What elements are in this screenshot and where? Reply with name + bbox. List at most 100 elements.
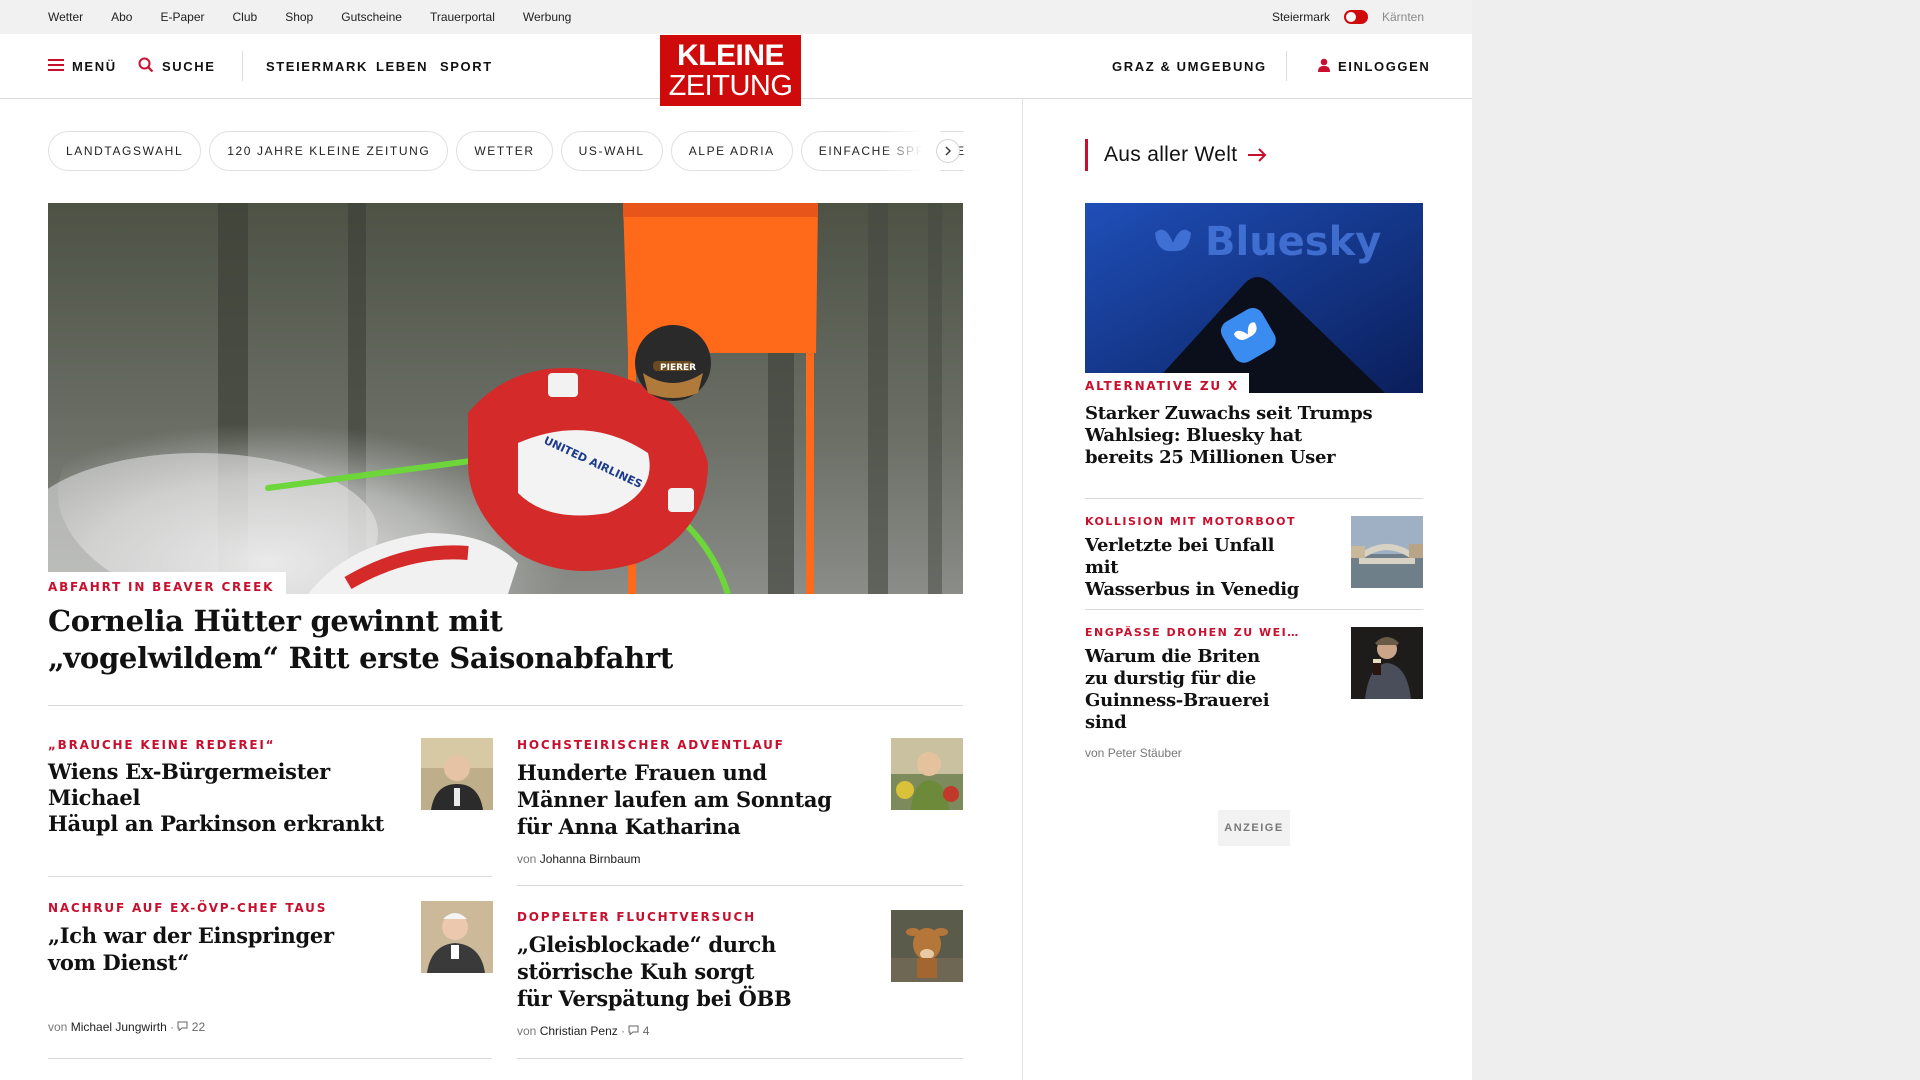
aside-kicker-box: ALTERNATIVE ZU X [1085,373,1249,397]
headline-line: vom Dienst“ [48,950,189,975]
article-kicker: „BRAUCHE KEINE REDEREI“ [48,738,276,752]
util-link-epaper[interactable]: E-Paper [160,10,204,24]
author-link[interactable]: Christian Penz [540,1024,618,1038]
hero-image[interactable]: UNITED AIRLINES PIERER [48,203,963,594]
article-card[interactable]: DOPPELTER FLUCHTVERSUCH „Gleisblockade“ … [517,910,837,1038]
header-divider [1286,51,1287,81]
util-link-trauerportal[interactable]: Trauerportal [430,10,495,24]
headline-line: Guinness-Brauerei sind [1085,690,1270,733]
topic-chip[interactable]: US-WAHL [560,131,663,171]
article-headline: Warum die Briten zu durstig für die Guin… [1085,646,1310,734]
article-headline: Wiens Ex-Bürgermeister Michael Häupl an … [48,759,408,837]
article-kicker: ALTERNATIVE ZU X [1085,379,1239,393]
divider [48,1058,492,1059]
author-link[interactable]: Peter Stäuber [1108,746,1182,760]
login-button[interactable]: EINLOGGEN [1318,34,1430,98]
utility-links: Wetter Abo E-Paper Club Shop Gutscheine … [48,0,571,34]
headline-line: „Gleisblockade“ durch [517,932,776,957]
article-thumbnail[interactable] [1351,516,1423,588]
aside-article-card[interactable]: KOLLISION MIT MOTORBOOT Verletzte bei Un… [1085,515,1310,601]
article-headline: Verletzte bei Unfall mit Wasserbus in Ve… [1085,535,1310,601]
nav-leben[interactable]: LEBEN [376,34,428,98]
topic-chip[interactable]: 120 JAHRE KLEINE ZEITUNG [209,131,449,171]
author-link[interactable]: Michael Jungwirth [71,1020,167,1034]
region-toggle[interactable] [1343,10,1368,24]
comment-count[interactable]: 22 [192,1020,205,1034]
util-link-wetter[interactable]: Wetter [48,10,83,24]
logo-line2: ZEITUNG [668,70,793,102]
divider [48,705,963,706]
nav-steiermark[interactable]: STEIERMARK [266,34,368,98]
hero-headline[interactable]: Cornelia Hütter gewinnt mit „vogelwildem… [48,603,948,677]
section-header[interactable]: Aus aller Welt [1085,139,1267,171]
article-byline: von Michael Jungwirth · 22 [48,1020,408,1034]
arrow-right-icon [1247,142,1267,168]
aside-article-card[interactable]: ENGPÄSSE DROHEN ZU WEI… Warum die Briten… [1085,626,1310,760]
bluesky-wordmark: Bluesky [1205,219,1381,265]
util-link-gutscheine[interactable]: Gutscheine [341,10,402,24]
ad-label: ANZEIGE [1218,810,1290,846]
article-thumbnail[interactable] [421,738,493,810]
headline-line: Häupl an Parkinson erkrankt [48,811,385,836]
util-link-shop[interactable]: Shop [285,10,313,24]
headline-line: zu durstig für die [1085,668,1256,689]
user-icon [1318,58,1330,75]
nav-sport[interactable]: SPORT [440,34,493,98]
nav-graz-umgebung[interactable]: GRAZ & UMGEBUNG [1112,34,1267,98]
aside-lead-headline[interactable]: Starker Zuwachs seit Trumps Wahlsieg: Bl… [1085,403,1423,469]
main-header: MENÜ SUCHE STEIERMARK LEBEN SPORT KLEINE… [0,34,1472,106]
article-kicker: ENGPÄSSE DROHEN ZU WEI… [1085,626,1300,639]
comment-icon[interactable] [177,1020,188,1034]
comment-count[interactable]: 4 [643,1024,650,1038]
article-byline: von Peter Stäuber [1085,746,1310,760]
site-logo[interactable]: KLEINE ZEITUNG [660,35,801,106]
column-divider [1022,99,1023,1080]
region-switch: Steiermark Kärnten [1272,0,1424,34]
headline-line: Wahlsieg: Bluesky hat [1085,425,1302,446]
region-steiermark[interactable]: Steiermark [1272,10,1330,24]
article-kicker: HOCHSTEIRISCHER ADVENTLAUF [517,738,785,752]
headline-line: „Ich war der Einspringer [48,923,334,948]
comment-icon[interactable] [628,1024,639,1038]
article-headline: „Ich war der Einspringer vom Dienst“ [48,922,408,976]
byline-prefix: von [48,1020,68,1034]
menu-button[interactable]: MENÜ [48,34,117,98]
topic-chip[interactable]: ALPE ADRIA [670,131,793,171]
headline-line: für Anna Katharina [517,814,741,839]
util-link-abo[interactable]: Abo [111,10,132,24]
util-link-werbung[interactable]: Werbung [523,10,571,24]
article-thumbnail[interactable] [891,910,963,982]
headline-line: für Verspätung bei ÖBB [517,986,792,1011]
divider [517,885,963,886]
headline-line: bereits 25 Millionen User [1085,447,1336,468]
article-card[interactable]: „BRAUCHE KEINE REDEREI“ Wiens Ex-Bürgerm… [48,738,408,837]
divider [48,876,492,877]
logo-line1: KLEINE [676,39,785,72]
article-card[interactable]: HOCHSTEIRISCHER ADVENTLAUF Hunderte Frau… [517,738,837,866]
article-headline: Hunderte Frauen und Männer laufen am Son… [517,759,837,840]
author-link[interactable]: Johanna Birnbaum [540,852,641,866]
headline-line: Wasserbus in Venedig [1085,579,1300,600]
byline-prefix: von [517,852,537,866]
search-button[interactable]: SUCHE [138,34,216,98]
article-thumbnail[interactable] [1351,627,1423,699]
article-byline: von Johanna Birnbaum [517,852,837,866]
topic-chip[interactable]: LANDTAGSWAHL [48,131,202,171]
util-link-club[interactable]: Club [233,10,258,24]
byline-prefix: von [1085,746,1105,760]
aside-lead-image[interactable]: Bluesky [1085,203,1423,393]
chevron-right-icon[interactable] [936,139,960,163]
headline-line: Hunderte Frauen und [517,760,767,785]
region-kaernten[interactable]: Kärnten [1382,10,1424,24]
news-site: Wetter Abo E-Paper Club Shop Gutscheine … [0,0,1472,1080]
divider [517,1058,963,1059]
divider [1085,498,1423,499]
headline-line: Wiens Ex-Bürgermeister Michael [48,759,330,810]
topic-chip[interactable]: WETTER [456,131,553,171]
article-thumbnail[interactable] [421,901,493,973]
hamburger-icon [48,58,64,75]
article-thumbnail[interactable] [891,738,963,810]
article-card[interactable]: NACHRUF AUF EX-ÖVP-CHEF TAUS „Ich war de… [48,901,408,1034]
article-kicker: NACHRUF AUF EX-ÖVP-CHEF TAUS [48,901,328,915]
article-byline: von Christian Penz · 4 [517,1024,837,1038]
